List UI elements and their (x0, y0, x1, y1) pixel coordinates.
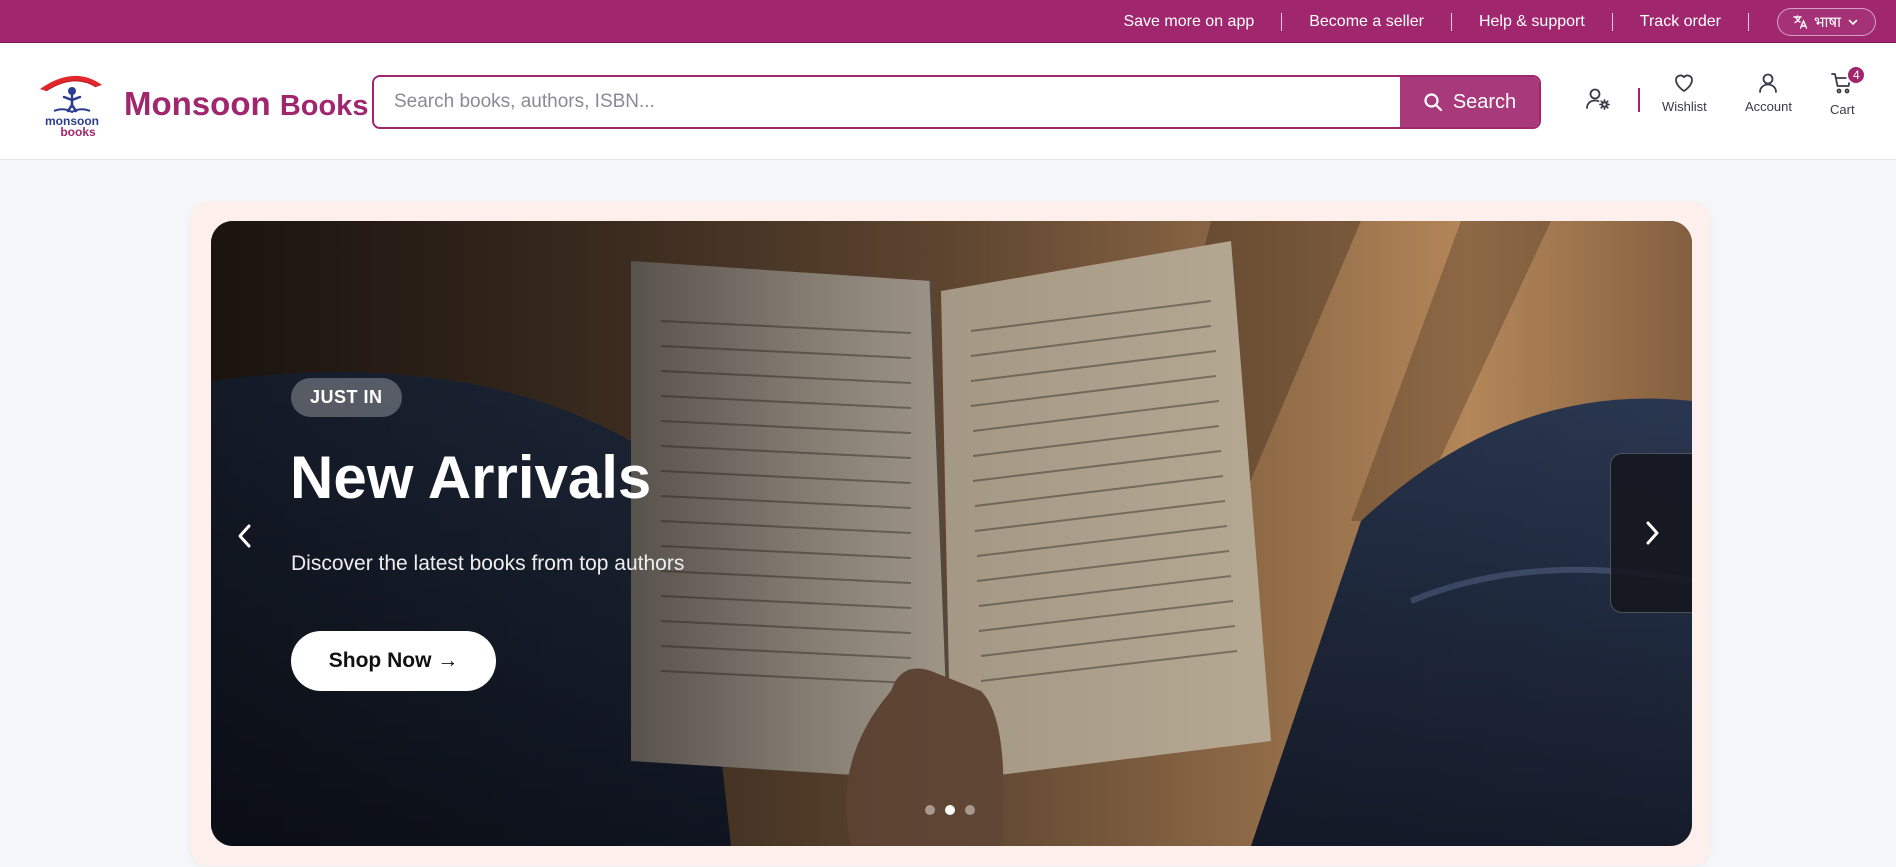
divider (1748, 12, 1749, 31)
carousel-dot-2[interactable] (945, 805, 955, 815)
heart-icon (1675, 74, 1694, 92)
logo-text-line2: books (60, 125, 96, 137)
shop-now-button[interactable]: Shop Now → (291, 631, 496, 691)
carousel-dot-1[interactable] (925, 805, 935, 815)
hero-tag: JUST IN (291, 378, 402, 417)
main-header: monsoon books Monsoon Books Search Wishl… (0, 43, 1896, 160)
translate-icon (1793, 14, 1808, 29)
brand-name-part2: Books (279, 90, 369, 122)
language-selector[interactable]: भाषा (1777, 7, 1876, 36)
carousel-dots (925, 805, 975, 815)
search-bar: Search (372, 75, 1541, 129)
wishlist-button[interactable]: Wishlist (1662, 71, 1707, 114)
search-input[interactable] (374, 77, 1402, 127)
hero-title: New Arrivals (290, 444, 652, 511)
wishlist-label: Wishlist (1662, 99, 1707, 114)
chevron-right-icon (1646, 521, 1658, 545)
top-bar: Save more on app Become a seller Help & … (0, 0, 1896, 43)
seller-settings-button[interactable] (1585, 86, 1611, 112)
account-button[interactable]: Account (1745, 71, 1792, 114)
search-button[interactable]: Search (1400, 77, 1539, 127)
become-a-seller-link[interactable]: Become a seller (1282, 13, 1451, 31)
user-icon (1759, 73, 1778, 93)
cart-label: Cart (1830, 102, 1855, 117)
brand-logo[interactable]: monsoon books (36, 67, 112, 139)
account-label: Account (1745, 99, 1792, 114)
chevron-left-icon (238, 524, 251, 548)
top-links: Save more on app Become a seller Help & … (1096, 0, 1876, 43)
help-support-link[interactable]: Help & support (1452, 13, 1612, 31)
seller-settings-icon (1586, 88, 1610, 110)
chevron-down-icon (1848, 19, 1858, 25)
carousel-next-button[interactable] (1610, 453, 1692, 613)
hero-overlay (211, 221, 1692, 846)
carousel-prev-button[interactable] (227, 511, 263, 561)
cart-icon-wrap: 4 (1830, 65, 1867, 98)
language-label: भाषा (1814, 13, 1841, 31)
search-icon (1424, 93, 1442, 112)
hero-subtitle: Discover the latest books from top autho… (291, 552, 685, 575)
carousel-dot-3[interactable] (965, 805, 975, 815)
brand-name-part1: Monsoon (124, 85, 271, 122)
hero-carousel: JUST IN New Arrivals Discover the latest… (211, 221, 1692, 846)
search-button-label: Search (1452, 90, 1517, 113)
cart-button[interactable]: 4 Cart (1830, 65, 1867, 117)
save-more-on-app-link[interactable]: Save more on app (1096, 13, 1281, 31)
header-divider (1638, 88, 1640, 112)
cart-count-badge: 4 (1846, 65, 1867, 85)
brand-name[interactable]: Monsoon Books (124, 85, 368, 123)
track-order-link[interactable]: Track order (1613, 13, 1748, 31)
